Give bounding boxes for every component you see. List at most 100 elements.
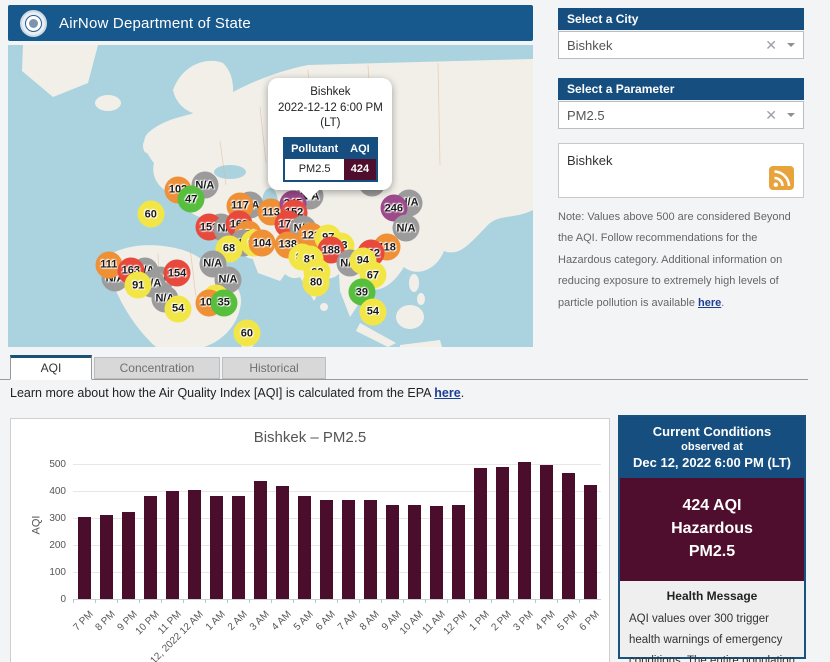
bar-slot: [337, 464, 359, 599]
aqi-marker[interactable]: 104: [249, 230, 276, 257]
aqi-marker[interactable]: 54: [359, 298, 386, 325]
city-select-wrap: Bishkek ✕: [558, 31, 804, 59]
bar-slot: [315, 464, 337, 599]
x-tick: [491, 599, 492, 603]
chart-bar[interactable]: [232, 496, 245, 599]
note-here-link[interactable]: here: [698, 297, 721, 309]
x-tick-label: 12 PM: [442, 609, 470, 637]
x-tick: [161, 599, 162, 603]
chart-bar[interactable]: [298, 496, 311, 599]
bar-slot: [117, 464, 139, 599]
x-tick: [271, 599, 272, 603]
bar-slot: [491, 464, 513, 599]
aqi-marker[interactable]: 35: [210, 289, 237, 316]
feed-box: Bishkek: [558, 143, 804, 198]
map[interactable]: N/A1024760N/A117N/A151N/A163121N/A961046…: [8, 45, 533, 347]
tab-historical[interactable]: Historical: [222, 357, 326, 379]
rss-icon[interactable]: [769, 166, 794, 190]
learn-more-period: .: [461, 386, 464, 400]
tab-concentration[interactable]: Concentration: [94, 357, 220, 379]
x-tick: [337, 599, 338, 603]
x-tick-label: 10 PM: [134, 609, 162, 637]
aqi-marker[interactable]: 47: [178, 186, 205, 213]
x-tick: [579, 599, 580, 603]
chart-bar[interactable]: [496, 467, 509, 599]
bar-slot: [183, 464, 205, 599]
popup-datetime: 2022-12-12 6:00 PM: [272, 101, 388, 117]
x-tick-label: 10 AM: [398, 609, 426, 637]
feed-title: Bishkek: [567, 153, 613, 168]
y-tick-label: 0: [26, 594, 66, 605]
chart-bar[interactable]: [166, 491, 179, 599]
chart-bar[interactable]: [452, 505, 465, 599]
x-tick-label: 5 PM: [555, 609, 579, 633]
x-tick: [95, 599, 96, 603]
y-tick-label: 400: [26, 486, 66, 497]
bar-slot: [139, 464, 161, 599]
city-select[interactable]: Bishkek ✕: [558, 31, 804, 59]
note-text: Note: Values above 500 are considered Be…: [558, 211, 791, 309]
chart-bars: [73, 464, 601, 599]
clear-parameter-icon[interactable]: ✕: [765, 107, 777, 124]
chart-bar[interactable]: [320, 500, 333, 599]
x-tick-label: 3 AM: [248, 609, 272, 633]
chart-bar[interactable]: [122, 512, 135, 599]
x-tick-label: 2 AM: [226, 609, 250, 633]
x-tick: [359, 599, 360, 603]
chart-bar[interactable]: [342, 500, 355, 599]
bar-slot: [469, 464, 491, 599]
aqi-marker[interactable]: 91: [125, 272, 152, 299]
chart-bar[interactable]: [562, 473, 575, 599]
chart-bar[interactable]: [364, 500, 377, 599]
chart-bar[interactable]: [518, 462, 531, 599]
tab-aqi[interactable]: AQI: [10, 355, 92, 380]
parameter-select-header: Select a Parameter: [558, 78, 804, 100]
city-select-header: Select a City: [558, 8, 804, 30]
chart-bar[interactable]: [474, 468, 487, 599]
health-message: Health Message AQI values over 300 trigg…: [620, 581, 804, 662]
parameter-select[interactable]: PM2.5 ✕: [558, 101, 804, 129]
tab-bar: AQI Concentration Historical: [0, 355, 808, 380]
chart-bar[interactable]: [386, 505, 399, 599]
chevron-down-icon[interactable]: [787, 113, 795, 121]
x-tick-label: 5 AM: [292, 609, 316, 633]
app-header: AirNow Department of State: [8, 5, 533, 41]
x-tick: [513, 599, 514, 603]
clear-city-icon[interactable]: ✕: [765, 37, 777, 54]
aqi-marker[interactable]: 80: [303, 269, 330, 296]
x-tick-label: 4 PM: [533, 609, 557, 633]
x-tick-label: 7 AM: [336, 609, 360, 633]
chart-bar[interactable]: [276, 486, 289, 599]
x-tick: [535, 599, 536, 603]
popup-timezone: (LT): [272, 116, 388, 132]
x-tick: [557, 599, 558, 603]
chart-bar[interactable]: [144, 496, 157, 599]
chart-bar[interactable]: [78, 517, 91, 599]
epa-here-link[interactable]: here: [434, 386, 460, 400]
popup-aqi-value: 424: [344, 159, 377, 181]
aqi-marker[interactable]: 54: [165, 295, 192, 322]
chart-bar[interactable]: [584, 485, 597, 599]
chart-bar[interactable]: [100, 515, 113, 599]
x-tick: [73, 599, 74, 603]
chart-bar[interactable]: [254, 481, 267, 599]
current-conditions-title: Current Conditions: [624, 424, 800, 439]
aqi-marker[interactable]: 60: [137, 201, 164, 228]
chart-bar[interactable]: [408, 505, 421, 599]
bar-slot: [293, 464, 315, 599]
x-tick-label: 6 AM: [314, 609, 338, 633]
health-message-title: Health Message: [629, 589, 795, 603]
aqi-value: 424 AQI: [624, 494, 800, 517]
chart-bar[interactable]: [210, 496, 223, 599]
x-tick: [403, 599, 404, 603]
chevron-down-icon[interactable]: [787, 43, 795, 51]
aqi-marker[interactable]: 60: [233, 320, 260, 347]
learn-more-prefix: Learn more about how the Air Quality Ind…: [10, 386, 434, 400]
bar-slot: [73, 464, 95, 599]
chart-bar[interactable]: [430, 506, 443, 599]
x-tick-label: 1 AM: [204, 609, 228, 633]
chart-bar[interactable]: [188, 490, 201, 599]
chart-bar[interactable]: [540, 465, 553, 599]
aqi-category: Hazardous: [624, 517, 800, 540]
aqi-marker[interactable]: 154: [164, 260, 191, 287]
